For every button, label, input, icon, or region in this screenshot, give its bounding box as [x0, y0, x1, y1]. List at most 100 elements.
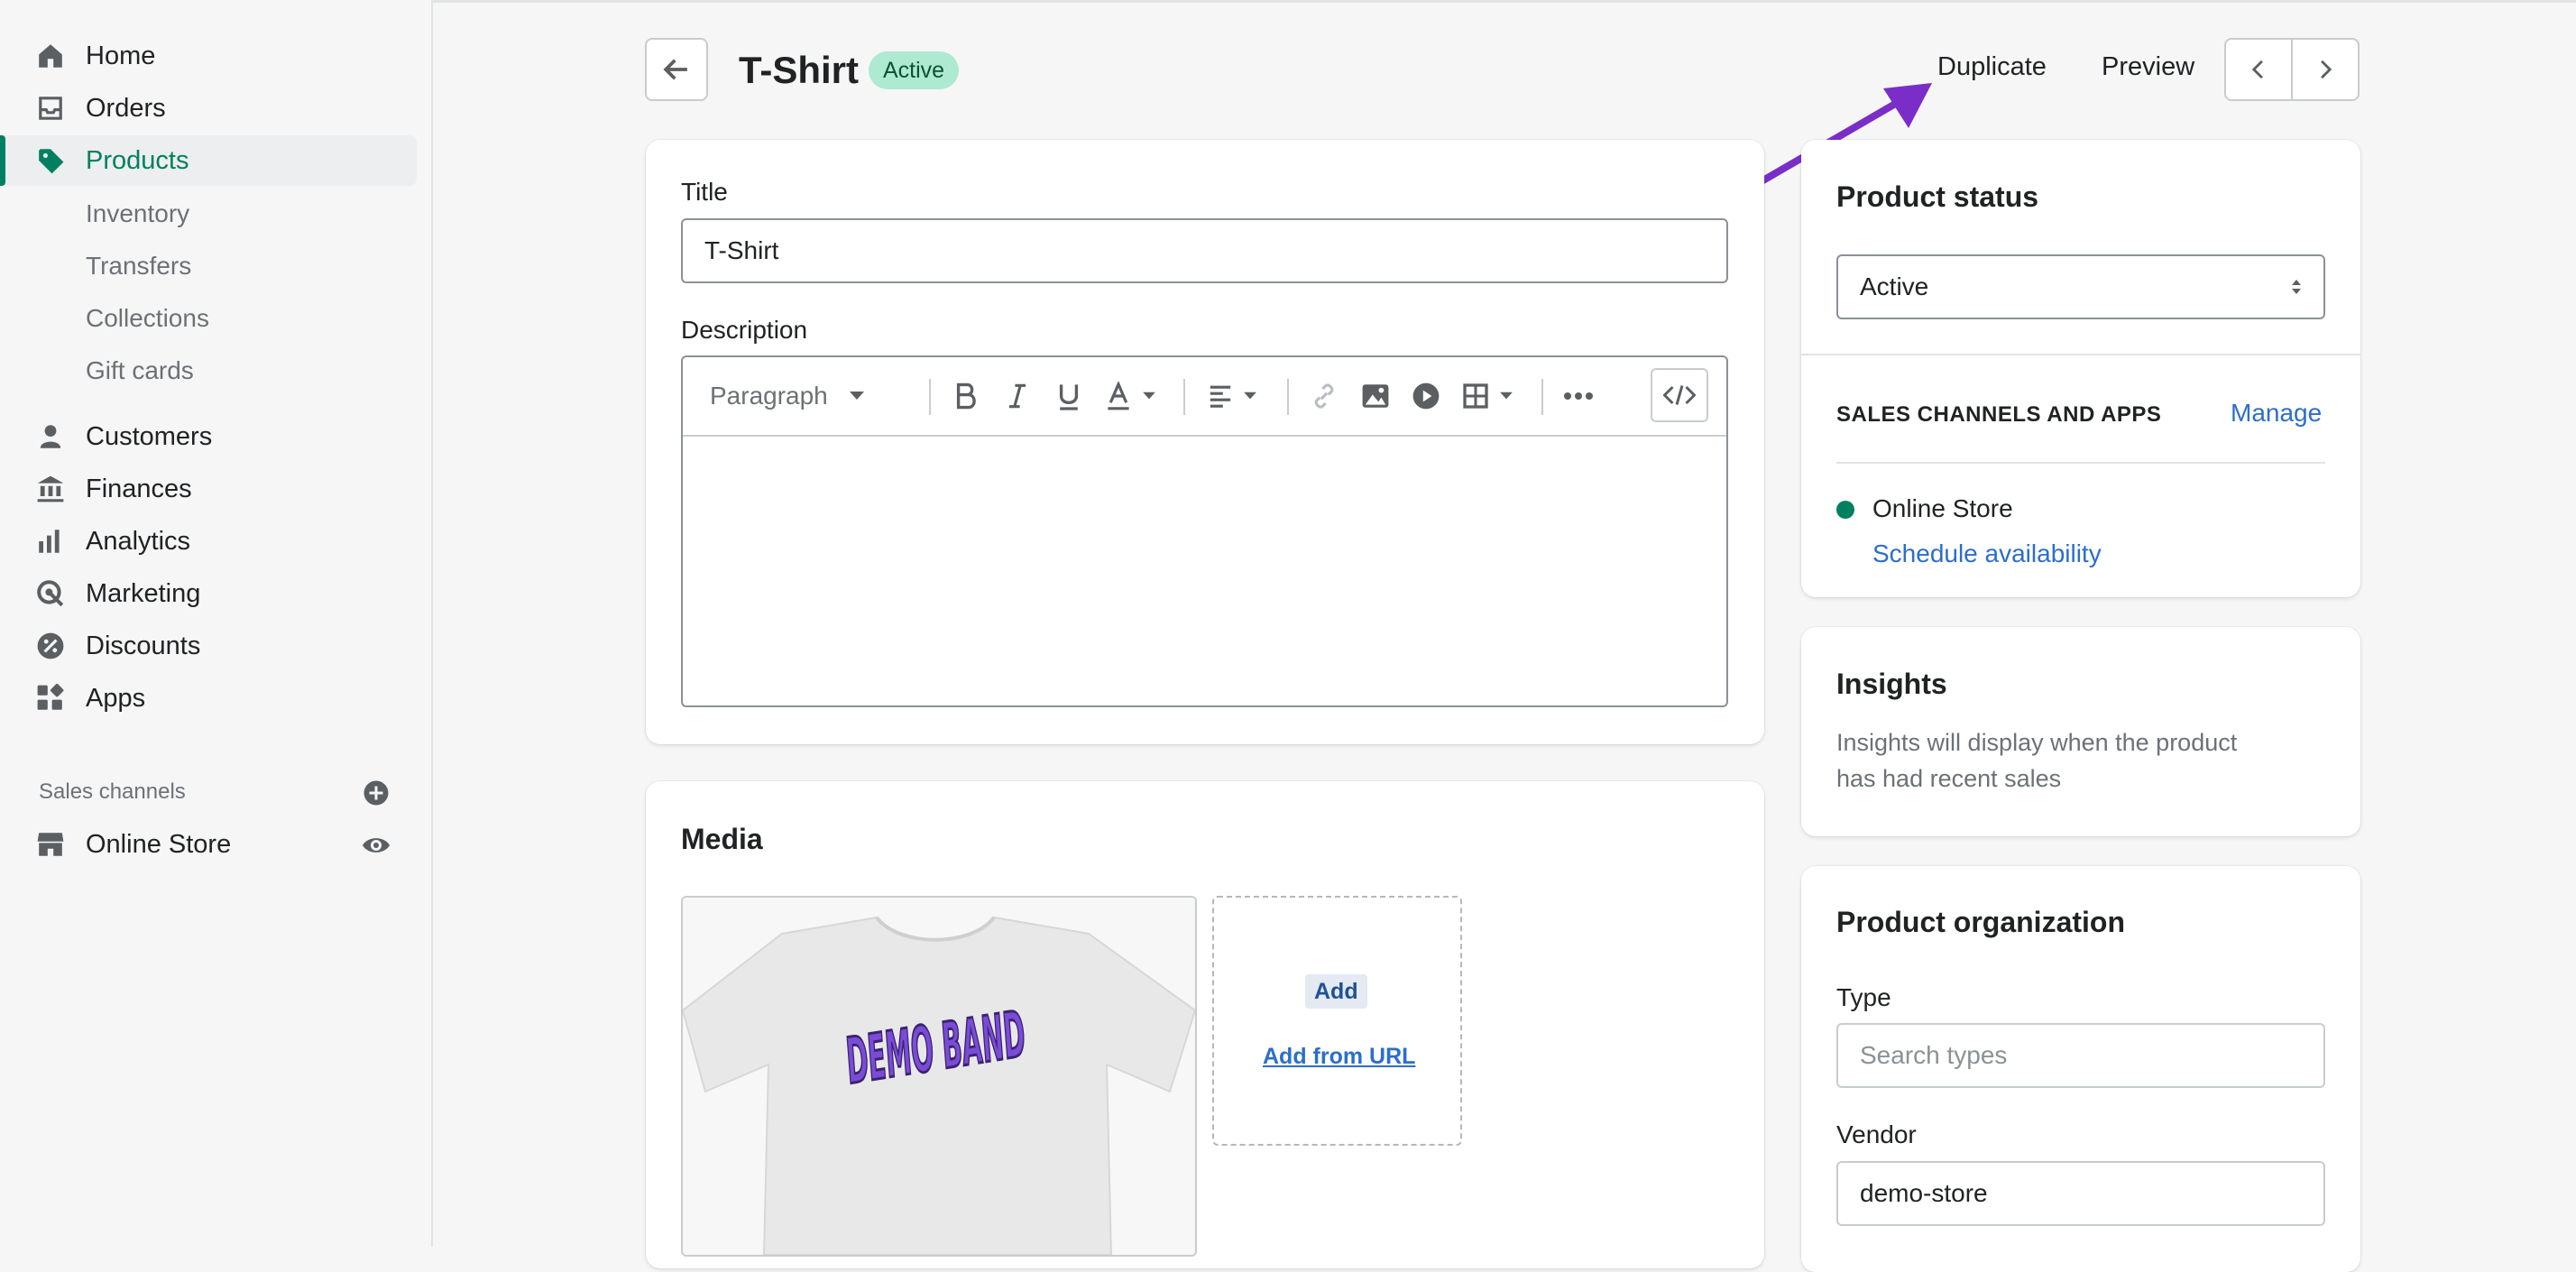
channel-online-store: Online Store — [1872, 494, 2013, 522]
italic-button[interactable] — [1006, 381, 1029, 411]
insert-video-button[interactable] — [1412, 381, 1440, 411]
schedule-availability-link[interactable]: Schedule availability — [1872, 539, 2102, 568]
product-pagination — [2224, 38, 2360, 101]
sidebar-item-products[interactable]: Products — [0, 135, 417, 186]
store-icon — [36, 830, 65, 859]
sales-channels-apps-heading: SALES CHANNELS AND APPS — [1836, 402, 2162, 427]
manage-channels-link[interactable]: Manage — [2231, 399, 2322, 428]
toolbar-divider — [1287, 379, 1289, 415]
add-media-button[interactable]: Add — [1305, 974, 1367, 1009]
tag-icon — [36, 146, 65, 175]
page-title: T-Shirt — [739, 49, 859, 91]
sidebar-item-label: Discounts — [86, 631, 201, 660]
sidebar-item-orders[interactable]: Orders — [0, 83, 417, 134]
caret-down-icon — [1242, 391, 1258, 401]
more-options-button[interactable] — [1562, 381, 1595, 411]
product-organization-heading: Product organization — [1836, 906, 2125, 938]
chevron-right-icon — [2314, 58, 2337, 81]
section-divider — [1836, 462, 2325, 464]
status-select[interactable]: Active — [1836, 254, 2325, 319]
insights-text-line2: has had recent sales — [1836, 765, 2062, 792]
sidebar-item-label: Marketing — [86, 578, 201, 608]
text-color-button[interactable] — [1105, 381, 1157, 411]
paragraph-select[interactable]: Paragraph — [710, 381, 866, 411]
status-badge: Active — [869, 51, 960, 89]
home-icon — [36, 41, 65, 70]
arrow-left-icon — [661, 54, 692, 85]
sidebar-item-label: Products — [86, 145, 189, 175]
sidebar-item-analytics[interactable]: Analytics — [0, 516, 417, 567]
toolbar-divider — [1541, 379, 1543, 415]
title-input[interactable]: T-Shirt — [681, 218, 1728, 283]
sidebar-item-home[interactable]: Home — [0, 31, 417, 81]
link-button[interactable] — [1310, 381, 1339, 411]
tshirt-image: DEMO BAND — [683, 898, 1195, 1255]
description-editor[interactable]: Paragraph — [681, 355, 1728, 707]
sidebar-item-label: Home — [86, 41, 156, 70]
add-from-url-link[interactable]: Add from URL — [1263, 1044, 1415, 1070]
underline-icon — [1056, 382, 1081, 410]
sidebar-item-label: Orders — [86, 93, 166, 123]
sidebar-item-marketing[interactable]: Marketing — [0, 568, 417, 619]
align-button[interactable] — [1208, 381, 1258, 411]
product-status-heading: Product status — [1836, 180, 2039, 213]
code-icon — [1663, 383, 1696, 407]
previous-product-button[interactable] — [2226, 40, 2291, 99]
text-color-icon — [1105, 382, 1132, 410]
sidebar-item-customers[interactable]: Customers — [0, 411, 417, 462]
chevron-left-icon — [2247, 58, 2270, 81]
product-image-thumbnail[interactable]: DEMO BAND — [681, 896, 1197, 1257]
sidebar-subitem-transfers[interactable]: Transfers — [86, 252, 191, 281]
select-arrows-icon — [2289, 276, 2304, 298]
insights-heading: Insights — [1836, 668, 1947, 700]
sidebar-subitem-inventory[interactable]: Inventory — [86, 199, 189, 228]
type-label: Type — [1836, 983, 1891, 1011]
status-select-value: Active — [1860, 272, 1929, 300]
underline-button[interactable] — [1056, 381, 1081, 411]
next-product-button[interactable] — [2291, 40, 2358, 99]
toolbar-divider — [929, 379, 931, 415]
show-html-button[interactable] — [1651, 368, 1708, 422]
sidebar-subitem-collections[interactable]: Collections — [86, 304, 209, 333]
bold-icon — [953, 382, 979, 410]
type-search-input[interactable]: Search types — [1836, 1023, 2325, 1088]
editor-toolbar: Paragraph — [683, 357, 1726, 437]
sidebar-item-label: Online Store — [86, 829, 232, 859]
vendor-input[interactable]: demo-store — [1836, 1161, 2325, 1226]
sidebar-item-apps[interactable]: Apps — [0, 673, 417, 724]
sidebar-item-label: Customers — [86, 421, 213, 451]
sidebar-item-online-store[interactable]: Online Store — [0, 819, 417, 870]
table-icon — [1462, 383, 1489, 410]
title-label: Title — [681, 178, 728, 206]
caret-down-icon — [848, 390, 866, 402]
insights-text-line1: Insights will display when the product — [1836, 729, 2238, 756]
sidebar-item-finances[interactable]: Finances — [0, 464, 417, 514]
card-divider — [1801, 354, 2360, 355]
vendor-label: Vendor — [1836, 1120, 1917, 1148]
sidebar-item-label: Finances — [86, 474, 192, 503]
back-button[interactable] — [645, 38, 708, 101]
apps-grid-icon — [36, 684, 65, 713]
media-heading: Media — [681, 823, 763, 855]
insert-image-button[interactable] — [1361, 381, 1390, 411]
add-channel-icon[interactable] — [363, 779, 390, 807]
play-circle-icon — [1412, 382, 1440, 410]
discount-badge-icon — [36, 631, 65, 660]
media-dropzone[interactable] — [1212, 896, 1462, 1146]
eye-icon[interactable] — [361, 832, 391, 859]
channel-status-dot — [1836, 501, 1854, 519]
bold-button[interactable] — [953, 381, 979, 411]
link-icon — [1310, 382, 1339, 410]
sidebar: Home Orders Products Inventory Transfers… — [0, 0, 433, 1247]
preview-button[interactable]: Preview — [2102, 52, 2194, 82]
duplicate-button[interactable]: Duplicate — [1937, 52, 2047, 82]
inbox-icon — [36, 94, 65, 123]
caret-down-icon — [1498, 391, 1514, 401]
italic-icon — [1006, 382, 1029, 410]
sidebar-item-discounts[interactable]: Discounts — [0, 621, 417, 671]
image-icon — [1361, 382, 1390, 410]
bank-icon — [36, 475, 65, 503]
sidebar-subitem-gift-cards[interactable]: Gift cards — [86, 356, 194, 385]
sidebar-item-label: Apps — [86, 683, 146, 713]
insert-table-button[interactable] — [1462, 381, 1514, 411]
